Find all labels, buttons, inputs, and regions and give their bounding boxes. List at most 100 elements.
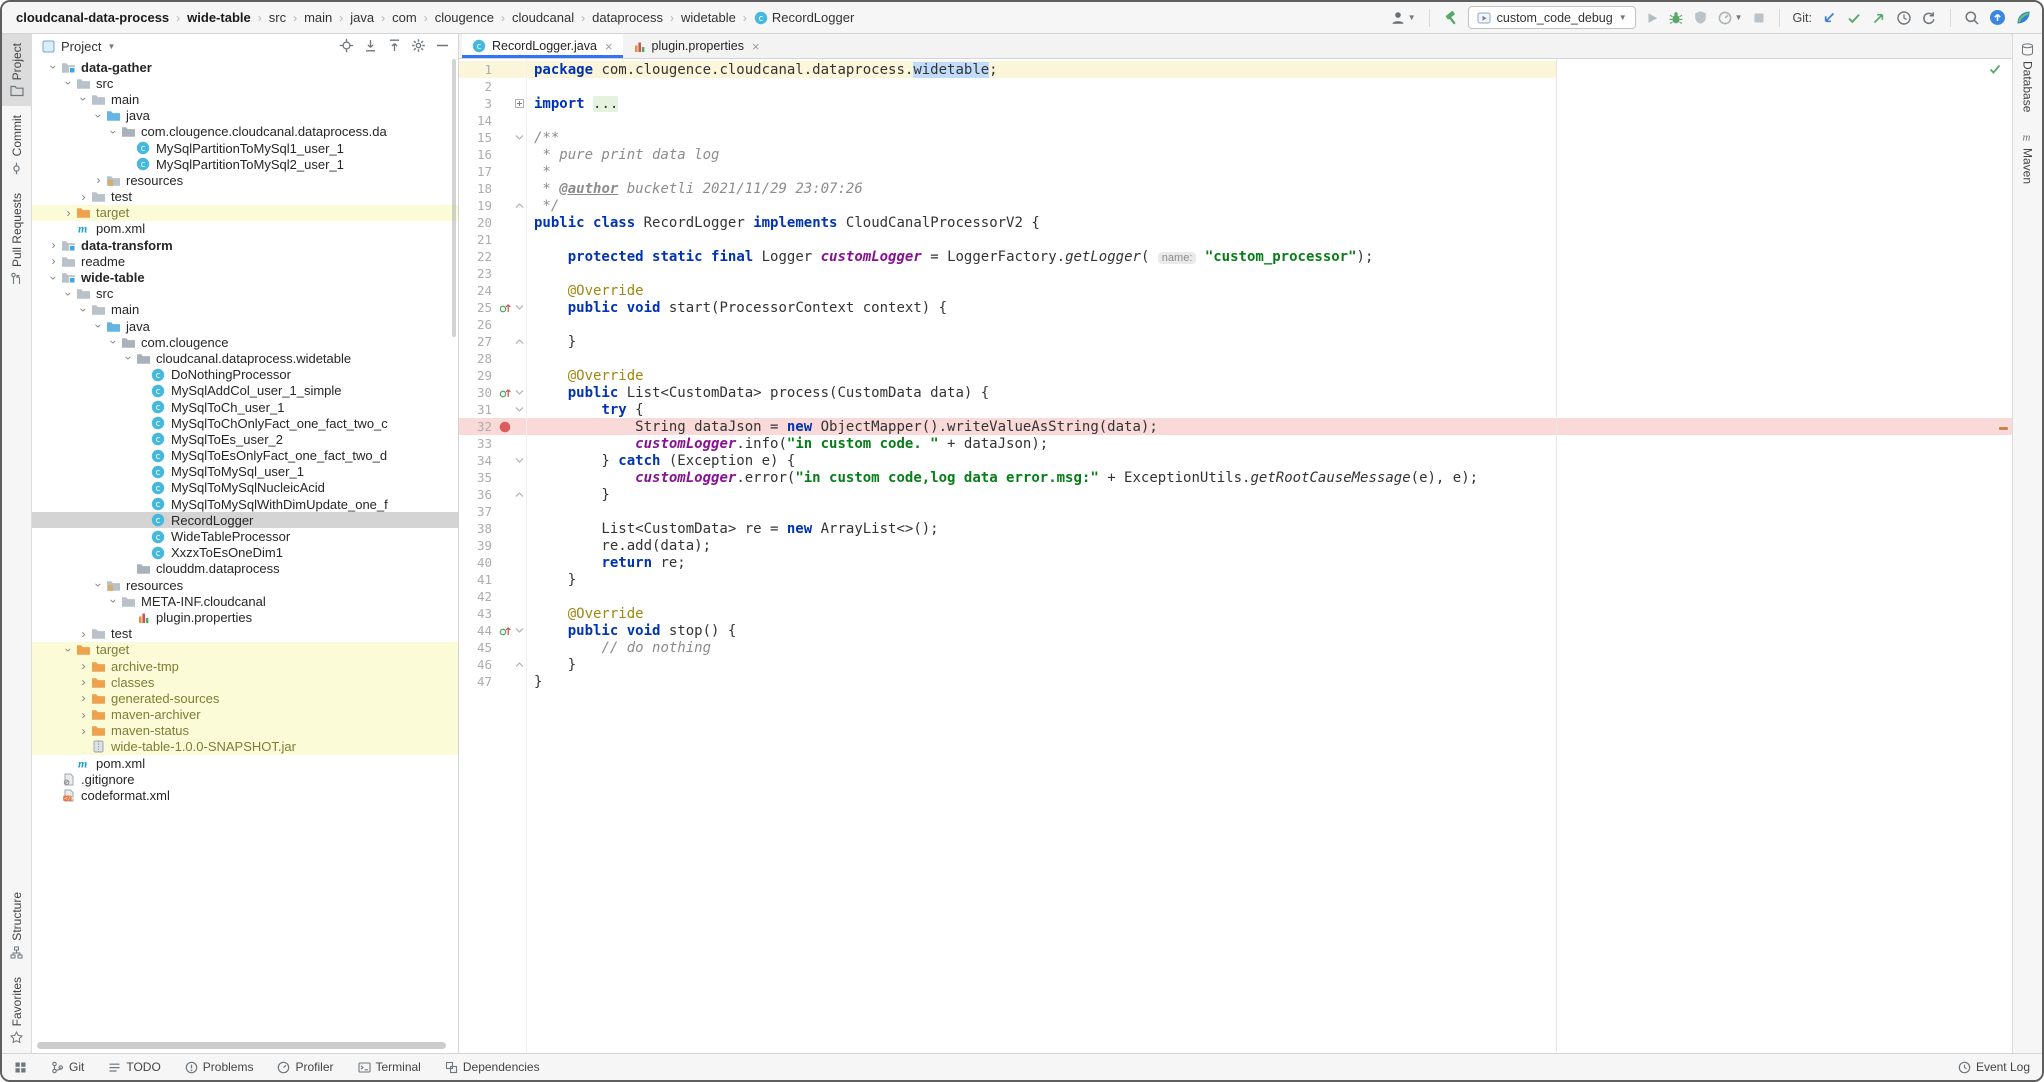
tree-item-mysqlpartitiontomysql1-user-1[interactable]: cMySqlPartitionToMySql1_user_1 bbox=[32, 140, 458, 156]
collapse-all-button[interactable] bbox=[387, 38, 402, 53]
breadcrumb-item-cloudcanal[interactable]: cloudcanal bbox=[512, 10, 574, 25]
tree-item-mysqltochonlyfact-one-fact-two-c[interactable]: cMySqlToChOnlyFact_one_fact_two_c bbox=[32, 415, 458, 431]
expand-all-button[interactable] bbox=[363, 38, 378, 53]
tree-item-widetableprocessor[interactable]: cWideTableProcessor bbox=[32, 528, 458, 544]
line-number[interactable]: 19 bbox=[459, 198, 497, 213]
chevron-down-icon[interactable]: › bbox=[108, 336, 120, 349]
fold-marker-icon[interactable] bbox=[513, 338, 526, 345]
tree-item-main[interactable]: ›main bbox=[32, 302, 458, 318]
tree-item-test[interactable]: ›test bbox=[32, 626, 458, 642]
chevron-right-icon[interactable]: › bbox=[77, 628, 90, 640]
tree-item-wide-table[interactable]: ›wide-table bbox=[32, 269, 458, 285]
line-number[interactable]: 23 bbox=[459, 266, 497, 281]
line-number[interactable]: 24 bbox=[459, 283, 497, 298]
line-number[interactable]: 31 bbox=[459, 402, 497, 417]
line-number[interactable]: 39 bbox=[459, 538, 497, 553]
line-number[interactable]: 35 bbox=[459, 470, 497, 485]
line-number[interactable]: 15 bbox=[459, 130, 497, 145]
tree-item-mysqladdcol-user-1-simple[interactable]: cMySqlAddCol_user_1_simple bbox=[32, 383, 458, 399]
chevron-right-icon[interactable]: › bbox=[62, 207, 75, 219]
line-number[interactable]: 37 bbox=[459, 504, 497, 519]
chevron-right-icon[interactable]: › bbox=[77, 725, 90, 737]
tree-item-recordlogger[interactable]: cRecordLogger bbox=[32, 512, 458, 528]
close-icon[interactable]: × bbox=[605, 39, 613, 54]
status-item-problems[interactable]: Problems bbox=[185, 1060, 254, 1074]
tree-item-data-gather[interactable]: ›data-gather bbox=[32, 59, 458, 75]
breadcrumb-item-main[interactable]: main bbox=[304, 10, 332, 25]
plugin-button[interactable] bbox=[2015, 9, 2032, 26]
fold-marker-icon[interactable] bbox=[513, 134, 526, 141]
override-method-icon[interactable] bbox=[497, 386, 513, 399]
chevron-down-icon[interactable]: › bbox=[48, 61, 60, 74]
fold-marker-icon[interactable] bbox=[513, 99, 526, 108]
stop-button[interactable] bbox=[1752, 11, 1766, 25]
chevron-right-icon[interactable]: › bbox=[47, 239, 60, 251]
line-number[interactable]: 1 bbox=[459, 62, 497, 77]
sidebar-item-structure[interactable]: Structure bbox=[2, 883, 31, 968]
tree-item-plugin-properties[interactable]: plugin.properties bbox=[32, 609, 458, 625]
breadcrumb-item-java[interactable]: java bbox=[350, 10, 374, 25]
chevron-down-icon[interactable]: › bbox=[63, 287, 75, 300]
line-number[interactable]: 33 bbox=[459, 436, 497, 451]
tree-vertical-scrollbar[interactable] bbox=[452, 59, 456, 337]
tree-item-wide-table-1-0-0-snapshot-jar[interactable]: wide-table-1.0.0-SNAPSHOT.jar bbox=[32, 739, 458, 755]
tree-item-donothingprocessor[interactable]: cDoNothingProcessor bbox=[32, 367, 458, 383]
chevron-down-icon[interactable]: › bbox=[48, 271, 60, 284]
override-method-icon[interactable] bbox=[497, 301, 513, 314]
line-number[interactable]: 25 bbox=[459, 300, 497, 315]
ide-update-button[interactable] bbox=[1989, 9, 2006, 26]
inspections-ok-icon[interactable] bbox=[1988, 62, 2002, 76]
line-number[interactable]: 26 bbox=[459, 317, 497, 332]
chevron-right-icon[interactable]: › bbox=[77, 692, 90, 704]
tree-item-resources[interactable]: ›resources bbox=[32, 577, 458, 593]
breadcrumb-item-wide-table[interactable]: wide-table bbox=[187, 10, 251, 25]
line-number[interactable]: 45 bbox=[459, 640, 497, 655]
status-item-git[interactable]: Git bbox=[51, 1060, 84, 1074]
line-number[interactable]: 2 bbox=[459, 79, 497, 94]
line-number[interactable]: 17 bbox=[459, 164, 497, 179]
tree-item-src[interactable]: ›src bbox=[32, 286, 458, 302]
chevron-down-icon[interactable]: › bbox=[108, 125, 120, 138]
history-button[interactable] bbox=[1896, 10, 1912, 26]
line-number[interactable]: 46 bbox=[459, 657, 497, 672]
breadcrumb-item-clougence[interactable]: clougence bbox=[435, 10, 494, 25]
tree-item-generated-sources[interactable]: ›generated-sources bbox=[32, 690, 458, 706]
sidebar-item-database[interactable]: Database bbox=[2013, 34, 2042, 121]
fold-marker-icon[interactable] bbox=[513, 406, 526, 413]
code-editor[interactable]: 1package com.clougence.cloudcanal.datapr… bbox=[459, 59, 2012, 1053]
close-icon[interactable]: × bbox=[752, 39, 760, 54]
debug-button[interactable] bbox=[1668, 10, 1684, 26]
fold-marker-icon[interactable] bbox=[513, 389, 526, 396]
status-item-dependencies[interactable]: Dependencies bbox=[445, 1060, 540, 1074]
line-number[interactable]: 47 bbox=[459, 674, 497, 689]
tree-item-cloudcanal-dataprocess-widetable[interactable]: ›cloudcanal.dataprocess.widetable bbox=[32, 350, 458, 366]
line-number[interactable]: 32 bbox=[459, 419, 497, 434]
fold-marker-icon[interactable] bbox=[513, 457, 526, 464]
fold-marker-icon[interactable] bbox=[513, 661, 526, 668]
fold-marker-icon[interactable] bbox=[513, 491, 526, 498]
status-item-event-log[interactable]: Event Log bbox=[1958, 1060, 2030, 1074]
build-project-button[interactable] bbox=[1443, 10, 1459, 26]
sidebar-item-pull-requests[interactable]: Pull Requests bbox=[2, 184, 31, 294]
tab-plugin-properties[interactable]: plugin.properties× bbox=[623, 34, 770, 58]
tree-item-mysqltoch-user-1[interactable]: cMySqlToCh_user_1 bbox=[32, 399, 458, 415]
sidebar-item-commit[interactable]: Commit bbox=[2, 106, 31, 183]
tree-item-readme[interactable]: ›readme bbox=[32, 253, 458, 269]
line-number[interactable]: 30 bbox=[459, 385, 497, 400]
tree-item-com-clougence-cloudcanal-dataprocess-da[interactable]: ›com.clougence.cloudcanal.dataprocess.da bbox=[32, 124, 458, 140]
chevron-down-icon[interactable]: › bbox=[123, 352, 135, 365]
line-number[interactable]: 40 bbox=[459, 555, 497, 570]
line-number[interactable]: 41 bbox=[459, 572, 497, 587]
chevron-right-icon[interactable]: › bbox=[92, 174, 105, 186]
line-number[interactable]: 21 bbox=[459, 232, 497, 247]
status-item-terminal[interactable]: Terminal bbox=[358, 1060, 421, 1074]
git-commit-button[interactable] bbox=[1846, 10, 1862, 26]
tree-item-target[interactable]: ›target bbox=[32, 642, 458, 658]
search-everywhere-button[interactable] bbox=[1964, 10, 1980, 26]
breadcrumb-item-widetable[interactable]: widetable bbox=[681, 10, 736, 25]
tree-item-archive-tmp[interactable]: ›archive-tmp bbox=[32, 658, 458, 674]
tree-item-test[interactable]: ›test bbox=[32, 189, 458, 205]
tree-item-java[interactable]: ›java bbox=[32, 108, 458, 124]
line-number[interactable]: 29 bbox=[459, 368, 497, 383]
run-button[interactable] bbox=[1645, 11, 1659, 25]
